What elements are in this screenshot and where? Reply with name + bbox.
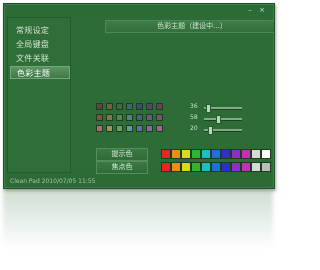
text-color-swatch[interactable] xyxy=(181,149,191,159)
window-reflection xyxy=(3,189,273,249)
highlight-color-swatch[interactable] xyxy=(191,162,201,172)
slider-thumb-1[interactable] xyxy=(205,104,211,113)
sidebar-item-hotkeys[interactable]: 全局键盘 xyxy=(10,38,70,51)
highlight-color-swatch[interactable] xyxy=(221,162,231,172)
highlight-color-swatch[interactable] xyxy=(261,162,271,172)
close-button[interactable]: × xyxy=(258,7,266,14)
palette-swatch[interactable] xyxy=(146,125,153,132)
palette-swatch[interactable] xyxy=(136,114,143,121)
text-color-swatch[interactable] xyxy=(211,149,221,159)
palette-swatch[interactable] xyxy=(116,103,123,110)
palette-swatch[interactable] xyxy=(126,125,133,132)
text-color-swatch[interactable] xyxy=(201,149,211,159)
slider-track-2[interactable] xyxy=(204,118,242,121)
slider-value-3: 20 xyxy=(190,125,198,132)
palette-swatch[interactable] xyxy=(126,103,133,110)
sidebar-item-general[interactable]: 常规设定 xyxy=(10,24,70,37)
highlight-color-label: 焦点色 xyxy=(96,161,148,174)
palette-swatch[interactable] xyxy=(96,125,103,132)
slider-value-2: 58 xyxy=(190,114,198,121)
palette-swatch[interactable] xyxy=(136,103,143,110)
minimize-button[interactable]: – xyxy=(246,7,254,14)
palette-swatch[interactable] xyxy=(156,114,163,121)
highlight-color-swatch[interactable] xyxy=(171,162,181,172)
sidebar-item-color-theme[interactable]: 色彩主题 xyxy=(10,66,70,79)
palette-swatch[interactable] xyxy=(116,125,123,132)
text-color-swatch[interactable] xyxy=(241,149,251,159)
palette-swatch[interactable] xyxy=(136,125,143,132)
palette-swatch[interactable] xyxy=(146,114,153,121)
highlight-color-swatch[interactable] xyxy=(231,162,241,172)
text-color-swatch[interactable] xyxy=(221,149,231,159)
highlight-color-swatch[interactable] xyxy=(241,162,251,172)
settings-sidebar: 常规设定 全局键盘 文件关联 色彩主题 xyxy=(7,17,71,173)
palette-swatch[interactable] xyxy=(96,103,103,110)
palette-swatch[interactable] xyxy=(106,103,113,110)
sidebar-item-file-association[interactable]: 文件关联 xyxy=(10,52,70,65)
highlight-color-swatch[interactable] xyxy=(181,162,191,172)
highlight-color-swatch[interactable] xyxy=(201,162,211,172)
highlight-color-swatch[interactable] xyxy=(251,162,261,172)
text-color-swatch[interactable] xyxy=(261,149,271,159)
text-color-label: 提示色 xyxy=(96,148,148,161)
app-window: – × 常规设定 全局键盘 文件关联 色彩主题 色彩主题（建设中...） 36 … xyxy=(3,3,275,189)
palette-swatch[interactable] xyxy=(106,114,113,121)
status-bar: Clean Pad 2010/07/05 11:55 xyxy=(10,178,96,185)
slider-value-1: 36 xyxy=(190,103,198,110)
text-color-swatch[interactable] xyxy=(251,149,261,159)
text-color-swatch[interactable] xyxy=(171,149,181,159)
text-color-swatch[interactable] xyxy=(161,149,171,159)
palette-swatch[interactable] xyxy=(116,114,123,121)
highlight-color-swatch[interactable] xyxy=(211,162,221,172)
title-bar: – × xyxy=(4,4,274,14)
highlight-color-swatch[interactable] xyxy=(161,162,171,172)
palette-swatch[interactable] xyxy=(146,103,153,110)
color-theme-panel: 色彩主题（建设中...） 36 58 20 提示色 焦点色 xyxy=(72,17,274,174)
section-title: 色彩主题（建设中...） xyxy=(105,20,274,33)
palette-swatch[interactable] xyxy=(156,103,163,110)
palette-swatch[interactable] xyxy=(106,125,113,132)
palette-swatch[interactable] xyxy=(156,125,163,132)
text-color-swatch[interactable] xyxy=(191,149,201,159)
palette-swatch[interactable] xyxy=(96,114,103,121)
text-color-swatch[interactable] xyxy=(231,149,241,159)
slider-thumb-2[interactable] xyxy=(215,115,221,124)
slider-thumb-3[interactable] xyxy=(208,126,214,135)
palette-swatch[interactable] xyxy=(126,114,133,121)
